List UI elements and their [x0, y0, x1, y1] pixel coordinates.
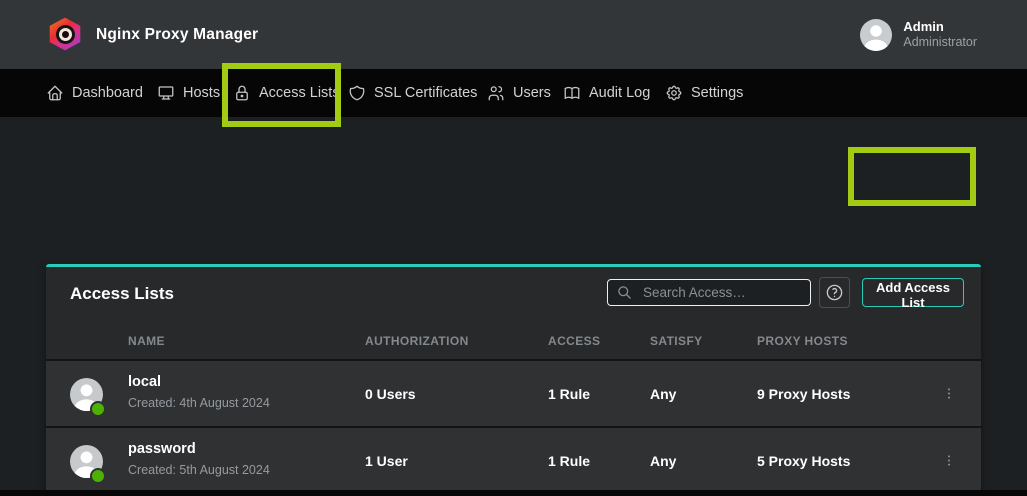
logo-core [56, 25, 75, 44]
user-avatar [860, 19, 892, 51]
access-list-name: local [128, 373, 161, 392]
search-input[interactable] [641, 284, 801, 301]
page-title: Access Lists [70, 284, 174, 304]
nav-label: Audit Log [589, 85, 650, 101]
users-icon [487, 84, 505, 102]
app-logo-icon [48, 17, 82, 51]
access-lists-panel: Access Lists Add Access List NAME AUTHOR… [46, 264, 981, 496]
user-role: Administrator [903, 35, 977, 51]
panel-accent-bar [46, 264, 981, 267]
satisfy-cell: Any [650, 361, 676, 426]
column-header-name: NAME [128, 334, 165, 348]
nginx-proxy-manager-app: Nginx Proxy Manager Admin Administrator … [0, 0, 1027, 496]
add-access-list-button[interactable]: Add Access List [862, 278, 964, 307]
app-title: Nginx Proxy Manager [96, 0, 258, 69]
user-text: Admin Administrator [903, 19, 977, 51]
kebab-icon [942, 452, 956, 469]
nav-label: Access Lists [259, 85, 340, 101]
created-date: Created: 4th August 2024 [128, 396, 270, 410]
nav-label: Settings [691, 85, 743, 101]
column-header-satisfy: SATISFY [650, 334, 703, 348]
status-online-dot [90, 401, 106, 417]
nav-item-dashboard[interactable]: Dashboard [46, 69, 143, 117]
authorization-cell: 1 User [365, 428, 408, 493]
app-header: Nginx Proxy Manager Admin Administrator [0, 0, 1027, 69]
nav-item-access-lists[interactable]: Access Lists [233, 69, 340, 117]
access-list-table: local Created: 4th August 2024 0 Users 1… [46, 359, 981, 496]
search-box[interactable] [607, 279, 811, 306]
nav-item-audit-log[interactable]: Audit Log [563, 69, 650, 117]
table-row: local Created: 4th August 2024 0 Users 1… [46, 361, 981, 428]
user-menu[interactable]: Admin Administrator [860, 0, 977, 69]
lock-icon [233, 84, 251, 102]
created-date: Created: 5th August 2024 [128, 463, 270, 477]
column-header-proxy-hosts: PROXY HOSTS [757, 334, 848, 348]
gear-icon [665, 84, 683, 102]
page-body: Access Lists Add Access List NAME AUTHOR… [0, 117, 1027, 496]
row-menu-button[interactable] [936, 428, 962, 493]
proxy-hosts-cell: 5 Proxy Hosts [757, 428, 850, 493]
access-cell: 1 Rule [548, 361, 590, 426]
nav-label: Dashboard [72, 85, 143, 101]
row-menu-button[interactable] [936, 361, 962, 426]
book-icon [563, 84, 581, 102]
logo-ring [59, 28, 72, 41]
column-header-authorization: AUTHORIZATION [365, 334, 469, 348]
status-online-dot [90, 468, 106, 484]
nav-label: Users [513, 85, 551, 101]
bottom-edge [0, 490, 1027, 496]
help-button[interactable] [819, 277, 850, 308]
main-nav: Dashboard Hosts Access Lists SSL Certifi… [0, 69, 1027, 117]
nav-item-hosts[interactable]: Hosts [157, 69, 220, 117]
nav-label: SSL Certificates [374, 85, 477, 101]
access-list-name: password [128, 440, 196, 459]
column-header-access: ACCESS [548, 334, 600, 348]
help-icon [825, 283, 844, 302]
nav-label: Hosts [183, 85, 220, 101]
table-row: password Created: 5th August 2024 1 User… [46, 428, 981, 495]
name-cell[interactable]: local Created: 4th August 2024 [128, 373, 270, 410]
name-cell[interactable]: password Created: 5th August 2024 [128, 440, 270, 477]
nav-item-users[interactable]: Users [487, 69, 551, 117]
access-cell: 1 Rule [548, 428, 590, 493]
search-icon [617, 285, 632, 300]
shield-icon [348, 84, 366, 102]
nav-item-settings[interactable]: Settings [665, 69, 743, 117]
home-icon [46, 84, 64, 102]
monitor-icon [157, 84, 175, 102]
user-name: Admin [903, 19, 977, 35]
nav-item-ssl-certificates[interactable]: SSL Certificates [348, 69, 477, 117]
authorization-cell: 0 Users [365, 361, 416, 426]
kebab-icon [942, 385, 956, 402]
proxy-hosts-cell: 9 Proxy Hosts [757, 361, 850, 426]
satisfy-cell: Any [650, 428, 676, 493]
